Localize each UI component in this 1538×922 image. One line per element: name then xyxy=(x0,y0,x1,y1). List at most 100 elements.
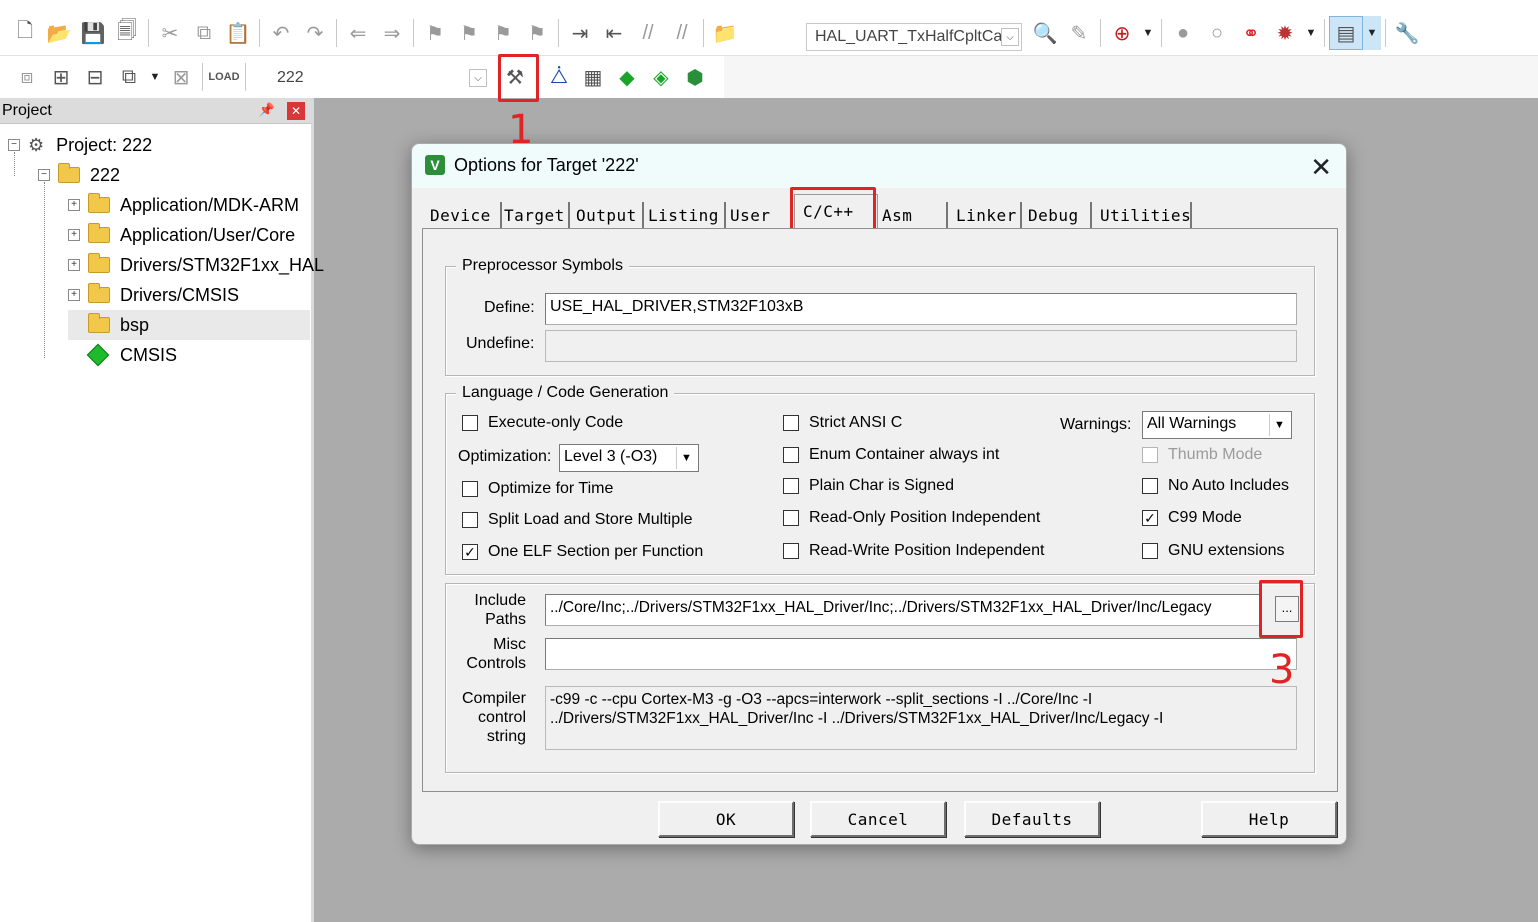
chevron-down-icon[interactable]: ▼ xyxy=(1363,16,1381,50)
tab-debug[interactable]: Debug xyxy=(1024,202,1092,228)
tree-group-user-core[interactable]: + Application/User/Core xyxy=(68,220,295,250)
bookmark-prev-icon[interactable]: ⚑ xyxy=(452,16,486,50)
uncomment-icon[interactable]: // xyxy=(665,16,699,50)
tab-output[interactable]: Output xyxy=(572,202,644,228)
batch-build-icon[interactable]: ⧉ xyxy=(112,60,146,94)
undo-icon[interactable]: ↶ xyxy=(264,16,298,50)
checkbox-box[interactable] xyxy=(462,481,478,497)
checkbox-box[interactable] xyxy=(462,415,478,431)
bookmark-clear-icon[interactable]: ⚑ xyxy=(520,16,554,50)
debug-start-icon[interactable]: ⊕ xyxy=(1105,16,1139,50)
chevron-down-icon[interactable]: ⌵ xyxy=(1001,28,1019,46)
checkbox-box[interactable] xyxy=(783,510,799,526)
find-icon[interactable]: 🔍 xyxy=(1028,16,1062,50)
help-button[interactable]: Help xyxy=(1201,801,1337,837)
checkbox-box[interactable] xyxy=(1142,543,1158,559)
tree-target-222[interactable]: − 222 xyxy=(38,160,120,190)
undefine-input[interactable] xyxy=(545,330,1297,362)
ro-pos-indep-checkbox[interactable]: Read-Only Position Independent xyxy=(783,509,1040,527)
define-input[interactable]: USE_HAL_DRIVER,STM32F103xB xyxy=(545,293,1297,325)
checkbox-box[interactable] xyxy=(783,447,799,463)
c99-mode-checkbox[interactable]: ✓ C99 Mode xyxy=(1142,509,1242,527)
select-software-packs-icon[interactable]: ◈ xyxy=(644,60,678,94)
save-icon[interactable]: 💾 xyxy=(76,16,110,50)
tree-project-root[interactable]: − ⚙ Project: 222 xyxy=(8,130,152,160)
load-icon[interactable]: LOAD xyxy=(207,60,241,94)
collapse-icon[interactable]: − xyxy=(38,169,50,181)
nav-back-icon[interactable]: ⇐ xyxy=(341,16,375,50)
tab-device[interactable]: Device xyxy=(426,202,502,228)
optimize-time-checkbox[interactable]: Optimize for Time xyxy=(462,480,613,498)
tree-cmsis-component[interactable]: CMSIS xyxy=(86,340,177,370)
breakpoint-kill-icon[interactable]: ⚭ xyxy=(1234,16,1268,50)
checkbox-box[interactable] xyxy=(1142,478,1158,494)
strict-ansi-checkbox[interactable]: Strict ANSI C xyxy=(783,414,902,432)
comment-icon[interactable]: // xyxy=(631,16,665,50)
plain-char-signed-checkbox[interactable]: Plain Char is Signed xyxy=(783,477,954,495)
expand-icon[interactable]: + xyxy=(68,289,80,301)
config-icon[interactable]: ✹ xyxy=(1268,16,1302,50)
new-file-icon[interactable]: 🗋 xyxy=(8,16,42,50)
tab-user[interactable]: User xyxy=(726,202,792,228)
chevron-down-icon[interactable]: ▼ xyxy=(1302,16,1320,50)
expand-icon[interactable]: + xyxy=(68,259,80,271)
cut-icon[interactable]: ✂ xyxy=(153,16,187,50)
find-combo[interactable]: HAL_UART_TxHalfCpltCal ⌵ xyxy=(806,23,1022,51)
close-icon[interactable]: ✕ xyxy=(1310,152,1332,183)
breakpoint-icon[interactable]: ● xyxy=(1166,16,1200,50)
file-extensions-icon[interactable]: ▦ xyxy=(576,60,610,94)
pin-icon[interactable]: 📌 xyxy=(259,102,275,118)
bookmark-next-icon[interactable]: ⚑ xyxy=(486,16,520,50)
expand-icon[interactable]: + xyxy=(68,199,80,211)
breakpoint-disable-icon[interactable]: ○ xyxy=(1200,16,1234,50)
misc-controls-input[interactable] xyxy=(545,638,1297,670)
chevron-down-icon[interactable]: ▼ xyxy=(676,447,696,469)
tree-group-hal[interactable]: + Drivers/STM32F1xx_HAL xyxy=(68,250,324,280)
manage-components-icon[interactable]: ⧊ xyxy=(542,60,576,94)
defaults-button[interactable]: Defaults xyxy=(964,801,1100,837)
close-icon[interactable]: ✕ xyxy=(287,102,305,120)
chevron-down-icon[interactable]: ▼ xyxy=(146,60,164,94)
optimization-select[interactable]: Level 3 (-O3) ▼ xyxy=(559,444,699,472)
include-paths-input[interactable]: ../Core/Inc;../Drivers/STM32F1xx_HAL_Dri… xyxy=(545,594,1261,626)
tab-utilities[interactable]: Utilities xyxy=(1096,202,1192,228)
rw-pos-indep-checkbox[interactable]: Read-Write Position Independent xyxy=(783,542,1044,560)
redo-icon[interactable]: ↷ xyxy=(298,16,332,50)
unindent-icon[interactable]: ⇤ xyxy=(597,16,631,50)
bookmark-icon[interactable]: ⚑ xyxy=(418,16,452,50)
checkmark-icon[interactable]: ✓ xyxy=(1142,510,1158,526)
find-in-files-icon[interactable]: 📁 xyxy=(708,16,742,50)
tree-group-mdk-arm[interactable]: + Application/MDK-ARM xyxy=(68,190,299,220)
tab-target[interactable]: Target xyxy=(500,202,570,228)
open-file-icon[interactable]: 📂 xyxy=(42,16,76,50)
cancel-button[interactable]: Cancel xyxy=(810,801,946,837)
checkbox-box[interactable] xyxy=(783,543,799,559)
run-time-environment-icon[interactable]: ⬢ xyxy=(678,60,712,94)
incremental-find-icon[interactable]: ✎ xyxy=(1062,16,1096,50)
pack-installer-icon[interactable]: ◆ xyxy=(610,60,644,94)
rebuild-icon[interactable]: ⊟ xyxy=(78,60,112,94)
split-load-store-checkbox[interactable]: Split Load and Store Multiple xyxy=(462,511,693,529)
tab-listing[interactable]: Listing xyxy=(644,202,726,228)
copy-icon[interactable]: ⧉ xyxy=(187,16,221,50)
chevron-down-icon[interactable]: ▼ xyxy=(1269,414,1289,436)
tab-linker[interactable]: Linker xyxy=(952,202,1022,228)
one-elf-section-checkbox[interactable]: ✓ One ELF Section per Function xyxy=(462,543,703,561)
warnings-select[interactable]: All Warnings ▼ xyxy=(1142,411,1292,439)
checkbox-box[interactable] xyxy=(783,478,799,494)
no-auto-includes-checkbox[interactable]: No Auto Includes xyxy=(1142,477,1289,495)
ok-button[interactable]: OK xyxy=(658,801,794,837)
nav-forward-icon[interactable]: ⇒ xyxy=(375,16,409,50)
build-icon[interactable]: ⊞ xyxy=(44,60,78,94)
target-select[interactable]: 222 ⌵ xyxy=(268,64,490,92)
tree-group-bsp[interactable]: bsp xyxy=(68,310,310,340)
checkmark-icon[interactable]: ✓ xyxy=(462,544,478,560)
chevron-down-icon[interactable]: ▼ xyxy=(1139,16,1157,50)
window-layout-icon[interactable]: ▤ xyxy=(1329,16,1363,50)
chevron-down-icon[interactable]: ⌵ xyxy=(469,69,487,87)
checkbox-box[interactable] xyxy=(783,415,799,431)
collapse-icon[interactable]: − xyxy=(8,139,20,151)
checkbox-box[interactable] xyxy=(462,512,478,528)
indent-icon[interactable]: ⇥ xyxy=(563,16,597,50)
expand-icon[interactable]: + xyxy=(68,229,80,241)
